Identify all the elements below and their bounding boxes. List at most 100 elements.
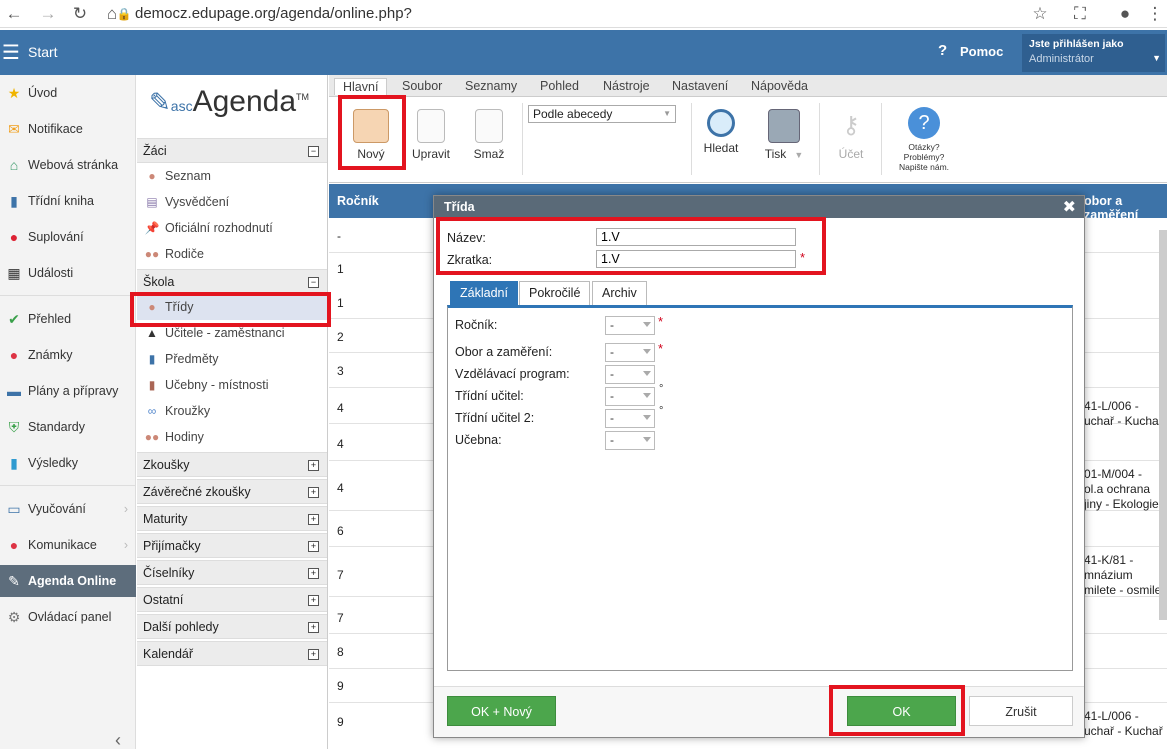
search-button[interactable]: Hledat bbox=[697, 109, 745, 155]
select-obor[interactable]: - bbox=[605, 343, 655, 362]
section-kalendar[interactable]: Kalendář + bbox=[137, 641, 327, 666]
column-header-obor[interactable]: obor a zaměření bbox=[1084, 194, 1167, 222]
close-icon[interactable]: ✖ bbox=[1063, 197, 1076, 217]
menu-item-label: Předměty bbox=[165, 352, 219, 366]
section-label: Ostatní bbox=[143, 592, 184, 607]
nav-item-agenda-online[interactable]: ✎ Agenda Online bbox=[0, 565, 136, 597]
menu-item-hodiny[interactable]: ●● Hodiny bbox=[137, 424, 327, 450]
tab-hlavni[interactable]: Hlavní bbox=[334, 78, 388, 95]
menu-item-oficialni-rozhodnuti[interactable]: 📌 Oficiální rozhodnutí bbox=[137, 215, 327, 241]
section-skola[interactable]: Škola − bbox=[137, 269, 327, 294]
start-link[interactable]: Start bbox=[28, 44, 58, 60]
collapse-icon[interactable]: − bbox=[308, 277, 319, 288]
tab-pokrocile[interactable]: Pokročilé bbox=[519, 281, 591, 305]
select-value: - bbox=[610, 367, 614, 381]
forward-icon[interactable]: → bbox=[38, 4, 58, 24]
menu-item-ucitele[interactable]: ▲ Učitele - zaměstnanci bbox=[137, 320, 327, 346]
back-icon[interactable]: ← bbox=[4, 4, 24, 24]
section-ciselniky[interactable]: Číselníky + bbox=[137, 560, 327, 585]
nav-item-udalosti[interactable]: ▦ Události bbox=[0, 258, 136, 288]
menu-item-ucebny[interactable]: ▮ Učebny - místnosti bbox=[137, 372, 327, 398]
column-header-rocnik[interactable]: Ročník bbox=[337, 194, 379, 208]
expand-icon[interactable]: + bbox=[308, 541, 319, 552]
collapse-icon[interactable]: − bbox=[308, 146, 319, 157]
expand-icon[interactable]: + bbox=[308, 568, 319, 579]
nav-item-webova-stranka[interactable]: ⌂ Webová stránka bbox=[0, 150, 136, 180]
nav-item-suplovani[interactable]: ● Suplování bbox=[0, 222, 136, 252]
tab-napoveda[interactable]: Nápověda bbox=[751, 79, 808, 93]
edit-button[interactable]: Upravit bbox=[407, 109, 455, 161]
section-maturity[interactable]: Maturity + bbox=[137, 506, 327, 531]
screenshot-icon[interactable]: ⛶ bbox=[1070, 4, 1090, 24]
select-tridni-ucitel[interactable]: - bbox=[605, 387, 655, 406]
tab-zakladni[interactable]: Základní bbox=[450, 281, 518, 305]
expand-icon[interactable]: + bbox=[308, 595, 319, 606]
nav-item-notifikace[interactable]: ✉ Notifikace bbox=[0, 114, 136, 144]
section-label: Škola bbox=[143, 274, 175, 289]
ok-new-button[interactable]: OK + Nový bbox=[447, 696, 556, 726]
nav-item-vyucovani[interactable]: ▭ Vyučování › bbox=[0, 494, 136, 524]
url-text[interactable]: democz.edupage.org/agenda/online.php? bbox=[135, 5, 412, 22]
nav-item-uvod[interactable]: ★ Úvod bbox=[0, 78, 136, 108]
expand-icon[interactable]: + bbox=[308, 622, 319, 633]
select-tridni-ucitel-2[interactable]: - bbox=[605, 409, 655, 428]
nav-item-plany[interactable]: ▬ Plány a přípravy bbox=[0, 376, 136, 406]
menu-item-predmety[interactable]: ▮ Předměty bbox=[137, 346, 327, 372]
select-program[interactable]: - bbox=[605, 365, 655, 384]
required-marker: * bbox=[800, 250, 806, 265]
expand-icon[interactable]: + bbox=[308, 487, 319, 498]
profile-icon[interactable]: ● bbox=[1115, 4, 1135, 24]
tab-nastroje[interactable]: Nástroje bbox=[603, 79, 650, 93]
section-zaverecne-zkousky[interactable]: Závěrečné zkoušky + bbox=[137, 479, 327, 504]
cancel-button[interactable]: Zrušit bbox=[969, 696, 1073, 726]
short-input[interactable] bbox=[596, 250, 796, 268]
menu-dots-icon[interactable]: ⋮ bbox=[1145, 4, 1165, 24]
section-zaci[interactable]: Žáci − bbox=[137, 138, 327, 163]
nav-item-ovladaci-panel[interactable]: ⚙ Ovládací panel bbox=[0, 602, 136, 632]
select-rocnik[interactable]: - bbox=[605, 316, 655, 335]
menu-item-vysvedceni[interactable]: ▤ Vysvědčení bbox=[137, 189, 327, 215]
section-zkousky[interactable]: Zkoušky + bbox=[137, 452, 327, 477]
ok-button[interactable]: OK bbox=[847, 696, 956, 726]
nav-item-tridni-kniha[interactable]: ▮ Třídní kniha bbox=[0, 186, 136, 216]
collapse-chevron-icon[interactable]: ‹ bbox=[115, 730, 121, 751]
sort-select[interactable]: Podle abecedy ▼ bbox=[528, 105, 676, 123]
expand-icon[interactable]: + bbox=[308, 460, 319, 471]
select-ucebna[interactable]: - bbox=[605, 431, 655, 450]
tab-soubor[interactable]: Soubor bbox=[402, 79, 442, 93]
expand-icon[interactable]: + bbox=[308, 514, 319, 525]
nav-item-komunikace[interactable]: ● Komunikace › bbox=[0, 530, 136, 560]
section-prijimacky[interactable]: Přijímačky + bbox=[137, 533, 327, 558]
help-contact-button[interactable]: ? Otázky? Problémy? Napište nám. bbox=[891, 107, 957, 172]
account-button[interactable]: ⚷ Účet bbox=[827, 109, 875, 161]
menu-item-label: Vysvědčení bbox=[165, 195, 230, 209]
menu-item-label: Učitele - zaměstnanci bbox=[165, 326, 285, 340]
tab-seznamy[interactable]: Seznamy bbox=[465, 79, 517, 93]
star-bookmark-icon[interactable]: ☆ bbox=[1030, 4, 1050, 24]
section-dalsi-pohledy[interactable]: Další pohledy + bbox=[137, 614, 327, 639]
search-icon bbox=[707, 109, 735, 137]
nav-item-prehled[interactable]: ✔ Přehled bbox=[0, 304, 136, 334]
grid-scrollbar[interactable] bbox=[1159, 230, 1167, 620]
help-link[interactable]: Pomoc bbox=[960, 44, 1003, 59]
tab-nastaveni[interactable]: Nastavení bbox=[672, 79, 728, 93]
menu-item-krouzky[interactable]: ∞ Kroužky bbox=[137, 398, 327, 424]
name-input[interactable] bbox=[596, 228, 796, 246]
menu-item-tridy[interactable]: ● Třídy bbox=[137, 294, 327, 320]
hamburger-icon[interactable]: ☰ bbox=[2, 40, 20, 65]
delete-button[interactable]: Smaž bbox=[465, 109, 513, 161]
new-button[interactable]: Nový bbox=[347, 109, 395, 161]
print-button[interactable]: Tisk ▼ bbox=[755, 109, 813, 161]
user-menu[interactable]: Jste přihlášen jako Administrátor ▼ bbox=[1022, 34, 1165, 72]
menu-item-seznam[interactable]: ● Seznam bbox=[137, 163, 327, 189]
menu-item-rodice[interactable]: ●● Rodiče bbox=[137, 241, 327, 267]
section-ostatni[interactable]: Ostatní + bbox=[137, 587, 327, 612]
tab-pohled[interactable]: Pohled bbox=[540, 79, 579, 93]
expand-icon[interactable]: + bbox=[308, 649, 319, 660]
nav-item-vysledky[interactable]: ▮ Výsledky bbox=[0, 448, 136, 478]
tab-archiv[interactable]: Archiv bbox=[592, 281, 647, 305]
asc-agenda-logo: ✎ascAgendaTM bbox=[149, 85, 309, 119]
reload-icon[interactable]: ↻ bbox=[70, 4, 90, 24]
nav-item-znamky[interactable]: ● Známky bbox=[0, 340, 136, 370]
nav-item-standardy[interactable]: ⛨ Standardy bbox=[0, 412, 136, 442]
